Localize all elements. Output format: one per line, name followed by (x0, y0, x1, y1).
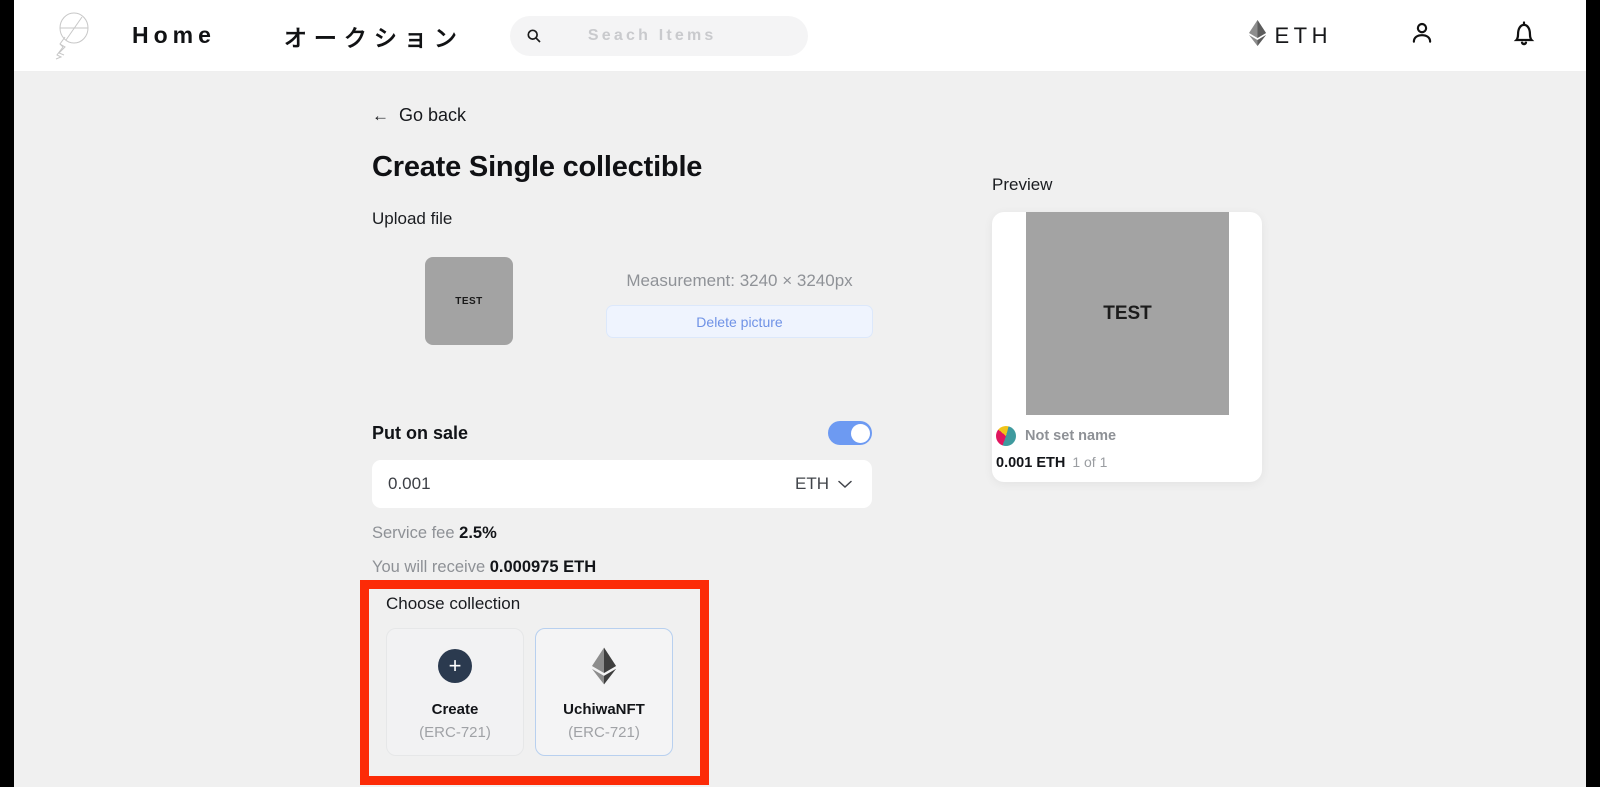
search-input[interactable]: Seach Items (509, 15, 808, 56)
preview-column: Preview TEST Not set name 0.001 ETH 1 of… (992, 72, 1262, 482)
delete-picture-button[interactable]: Delete picture (606, 305, 873, 338)
uchiwa-fan-logo-icon[interactable] (44, 8, 96, 64)
collection-card-uchiwanft[interactable]: UchiwaNFT (ERC-721) (535, 628, 673, 756)
go-back-button[interactable]: ← Go back (372, 105, 902, 126)
search-placeholder: Seach Items (587, 26, 717, 44)
service-fee-line: Service fee 2.5% (372, 524, 902, 543)
receive-value: 0.000975 ETH (489, 558, 597, 576)
upload-meta: Measurement: 3240 × 3240px Delete pictur… (606, 257, 873, 338)
arrow-left-icon: ← (372, 106, 389, 125)
upload-file-label: Upload file (372, 209, 453, 228)
preview-price: 0.001 ETH (996, 455, 1066, 471)
header-actions: ETH (1248, 14, 1587, 58)
put-on-sale-label: Put on sale (372, 422, 469, 443)
collection-card-list: + Create (ERC-721) UchiwaNFT (ERC-721) (386, 628, 686, 756)
preview-image-text: TEST (1103, 302, 1152, 324)
main-content: ← Go back Create Single collectible Uplo… (14, 72, 1586, 787)
collection-card-create[interactable]: + Create (ERC-721) (386, 628, 524, 756)
ethereum-icon (1248, 20, 1266, 51)
thumbnail-text: TEST (455, 295, 483, 307)
put-on-sale-row: Put on sale (372, 421, 872, 445)
collection-card-standard: (ERC-721) (419, 723, 491, 741)
nav-item-auction[interactable]: オークション (284, 19, 464, 53)
user-avatar-icon (996, 426, 1016, 446)
chevron-down-icon (838, 474, 852, 494)
you-will-receive-line: You will receive 0.000975 ETH (372, 558, 902, 577)
preview-label: Preview (992, 175, 1053, 194)
preview-edition: 1 of 1 (1072, 454, 1108, 470)
service-fee-value: 2.5% (459, 524, 497, 542)
choose-collection-section: Choose collection + Create (ERC-721) Uch… (386, 594, 686, 756)
currency-selector[interactable]: ETH (1248, 20, 1333, 51)
receive-label: You will receive (372, 558, 486, 576)
collection-card-name: UchiwaNFT (563, 700, 645, 718)
preview-card: TEST Not set name 0.001 ETH 1 of 1 (992, 212, 1262, 482)
currency-label: ETH (1274, 22, 1332, 48)
preview-image: TEST (1026, 212, 1229, 415)
bell-icon (1510, 19, 1538, 52)
nav-item-home[interactable]: Home (132, 22, 216, 49)
notifications-button[interactable] (1502, 14, 1546, 58)
toggle-knob (850, 423, 870, 443)
price-input[interactable] (388, 474, 795, 494)
currency-value: ETH (795, 474, 829, 493)
page-title: Create Single collectible (372, 151, 703, 183)
service-fee-label: Service fee (372, 524, 455, 542)
currency-dropdown[interactable]: ETH (795, 474, 852, 494)
uploaded-file-thumbnail: TEST (425, 257, 513, 345)
plus-circle-icon: + (438, 644, 472, 688)
choose-collection-label: Choose collection (386, 594, 521, 613)
ethereum-icon (592, 644, 616, 688)
measurement-text: Measurement: 3240 × 3240px (626, 271, 853, 290)
price-input-field[interactable]: ETH (372, 460, 872, 508)
collection-card-standard: (ERC-721) (568, 723, 640, 741)
app-root: Home オークション Seach Items ETH ← Go back Cr… (0, 0, 1600, 787)
top-navigation-bar: Home オークション Seach Items ETH (14, 0, 1586, 72)
go-back-label: Go back (399, 105, 467, 125)
account-button[interactable] (1400, 14, 1444, 58)
put-on-sale-toggle[interactable] (828, 421, 872, 445)
preview-price-row: 0.001 ETH 1 of 1 (996, 454, 1107, 471)
search-icon (526, 28, 542, 44)
person-icon (1409, 20, 1435, 51)
create-form-column: ← Go back Create Single collectible Uplo… (360, 72, 902, 785)
collection-card-name: Create (431, 700, 479, 718)
preview-owner: Not set name (996, 426, 1116, 446)
preview-owner-name: Not set name (1025, 428, 1117, 444)
upload-row: TEST Measurement: 3240 × 3240px Delete p… (372, 257, 902, 345)
